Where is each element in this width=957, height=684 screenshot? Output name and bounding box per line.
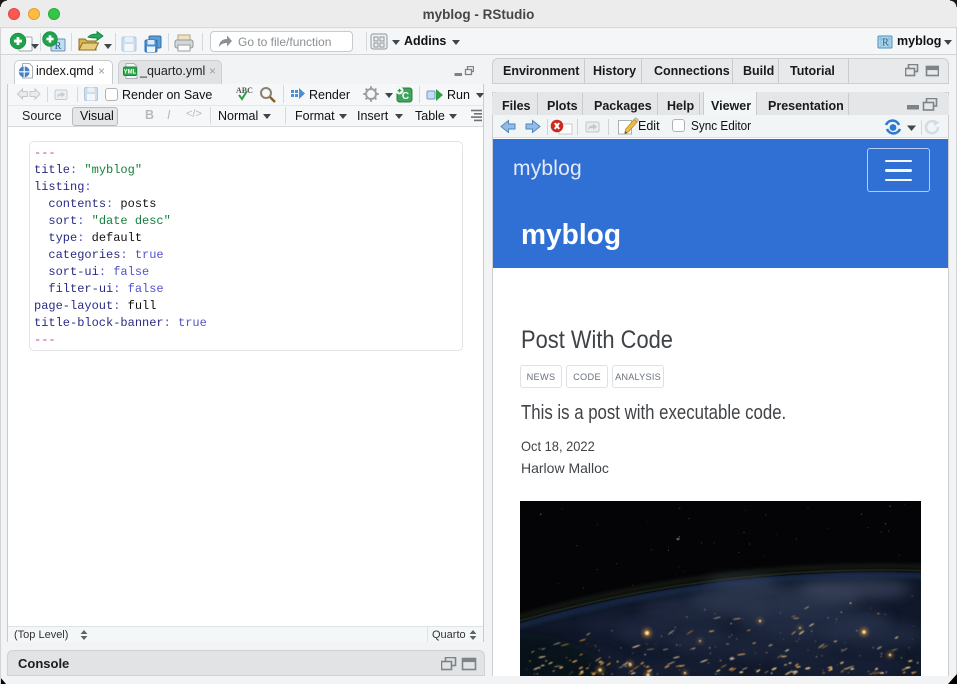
- svg-text:YML: YML: [124, 70, 137, 76]
- svg-text:C: C: [402, 91, 409, 102]
- svg-text:R: R: [882, 38, 889, 49]
